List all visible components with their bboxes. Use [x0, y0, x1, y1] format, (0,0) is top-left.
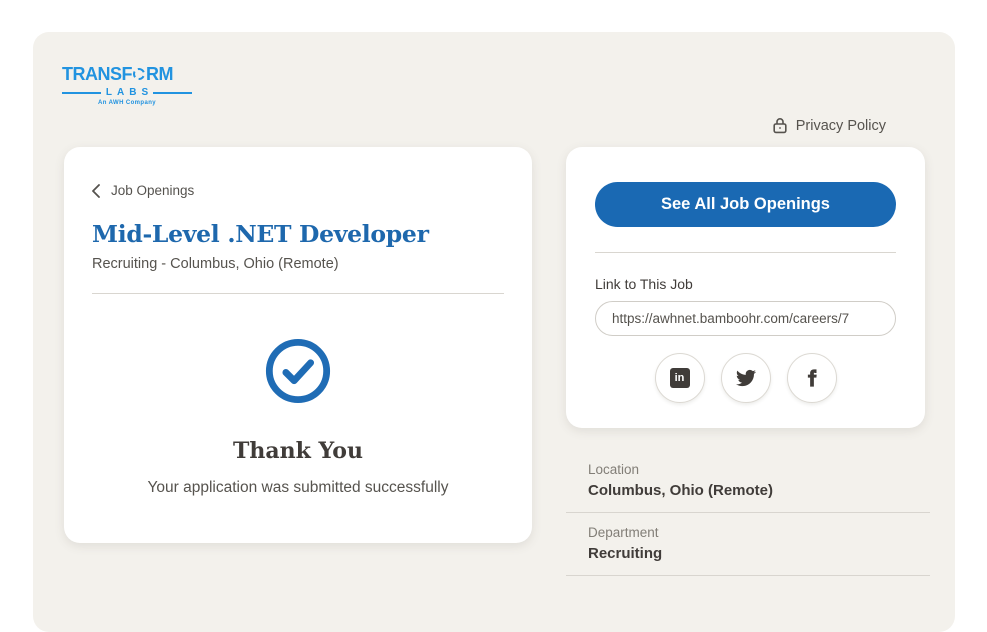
logo-dash-left [62, 92, 101, 94]
job-info-list: Location Columbus, Ohio (Remote) Departm… [566, 462, 930, 588]
logo-dash-right [153, 92, 192, 94]
transform-labs-logo[interactable]: TRANSF RM LABS An AWH Company [62, 64, 192, 106]
logo-labs-text: LABS [106, 87, 153, 98]
share-facebook-button[interactable] [787, 353, 837, 403]
see-all-job-openings-button[interactable]: See All Job Openings [595, 182, 896, 227]
twitter-icon [736, 368, 756, 388]
divider [595, 252, 896, 253]
location-label: Location [588, 462, 930, 477]
job-link-input[interactable] [595, 301, 896, 336]
privacy-policy-label: Privacy Policy [796, 118, 886, 134]
chevron-left-icon [92, 184, 100, 198]
job-info-row-location: Location Columbus, Ohio (Remote) [566, 462, 930, 513]
logo-text-left: TRANSF [62, 64, 132, 84]
back-to-job-openings-link[interactable]: Job Openings [92, 183, 504, 198]
department-value: Recruiting [588, 545, 930, 562]
thank-you-heading: Thank You [92, 438, 504, 464]
location-value: Columbus, Ohio (Remote) [588, 482, 930, 499]
back-link-label: Job Openings [111, 183, 194, 198]
job-title: Mid-Level .NET Developer [92, 220, 504, 248]
success-check-icon [264, 337, 332, 405]
application-confirmation-card: Job Openings Mid-Level .NET Developer Re… [64, 147, 532, 543]
job-info-row-department: Department Recruiting [566, 525, 930, 576]
main-panel: TRANSF RM LABS An AWH Company Privacy Po… [33, 32, 955, 632]
job-subtitle: Recruiting - Columbus, Ohio (Remote) [92, 256, 504, 272]
logo-wordmark: TRANSF RM [62, 64, 192, 84]
logo-labs-line: LABS [62, 87, 192, 98]
job-actions-card: See All Job Openings Link to This Job in [566, 147, 925, 428]
lock-icon [772, 117, 788, 134]
logo-tagline: An AWH Company [62, 100, 192, 106]
link-to-job-label: Link to This Job [595, 276, 896, 292]
department-label: Department [588, 525, 930, 540]
facebook-icon [803, 369, 821, 387]
logo-text-right: RM [146, 64, 173, 84]
privacy-policy-link[interactable]: Privacy Policy [772, 117, 886, 134]
share-twitter-button[interactable] [721, 353, 771, 403]
success-message: Your application was submitted successfu… [92, 479, 504, 497]
gear-icon [133, 68, 145, 80]
linkedin-icon: in [670, 368, 690, 388]
share-linkedin-button[interactable]: in [655, 353, 705, 403]
